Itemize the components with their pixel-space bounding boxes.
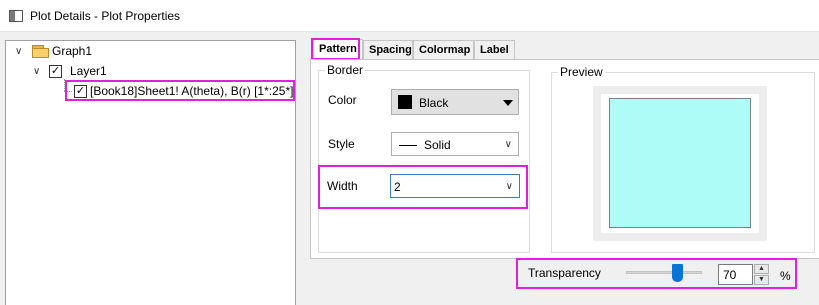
tree-item-graph[interactable]: Graph1: [52, 44, 92, 58]
window-icon: [9, 10, 23, 22]
spin-down-icon[interactable]: ▼: [754, 275, 769, 285]
color-label: Color: [328, 93, 357, 107]
line-style-sample: [399, 145, 417, 146]
transparency-slider-track[interactable]: [626, 271, 702, 274]
tab-label[interactable]: Label: [474, 40, 515, 60]
chevron-down-icon: ∨: [504, 139, 512, 150]
plot-item-highlight: [65, 80, 295, 101]
transparency-input[interactable]: 70: [718, 264, 753, 285]
width-label: Width: [327, 179, 358, 193]
transparency-value: 70: [723, 268, 737, 282]
window-title: Plot Details - Plot Properties: [30, 9, 181, 23]
dropdown-arrow-icon: [503, 100, 513, 106]
style-dropdown[interactable]: Solid ∨: [391, 132, 519, 156]
chevron-down-icon[interactable]: ∨: [33, 67, 40, 77]
tree-item-layer[interactable]: Layer1: [70, 64, 107, 78]
tab-spacing[interactable]: Spacing: [363, 40, 413, 60]
style-label: Style: [328, 137, 355, 151]
chevron-down-icon[interactable]: ∨: [15, 47, 22, 57]
preview-title: Preview: [558, 65, 605, 79]
color-value: Black: [419, 96, 449, 110]
color-dropdown[interactable]: Black: [391, 89, 519, 115]
folder-icon: [32, 45, 49, 58]
transparency-slider-thumb[interactable]: [672, 264, 683, 282]
tab-highlight: [311, 38, 360, 60]
layer-checkbox[interactable]: ✓: [49, 65, 62, 78]
width-combo[interactable]: 2 ∨: [390, 174, 520, 198]
preview-canvas: [601, 94, 759, 233]
transparency-spinner[interactable]: ▲ ▼: [754, 264, 769, 285]
title-bar: Plot Details - Plot Properties: [0, 0, 819, 32]
style-value: Solid: [424, 138, 451, 152]
spin-up-icon[interactable]: ▲: [754, 264, 769, 274]
width-value: 2: [394, 180, 401, 194]
preview-frame: [593, 86, 767, 241]
tab-colormap[interactable]: Colormap: [413, 40, 474, 60]
chevron-down-icon: ∨: [505, 181, 513, 192]
color-swatch: [398, 95, 412, 109]
transparency-label: Transparency: [528, 266, 601, 280]
preview-fill-swatch: [609, 98, 751, 228]
border-group-title: Border: [325, 63, 366, 77]
transparency-unit: %: [780, 269, 791, 283]
